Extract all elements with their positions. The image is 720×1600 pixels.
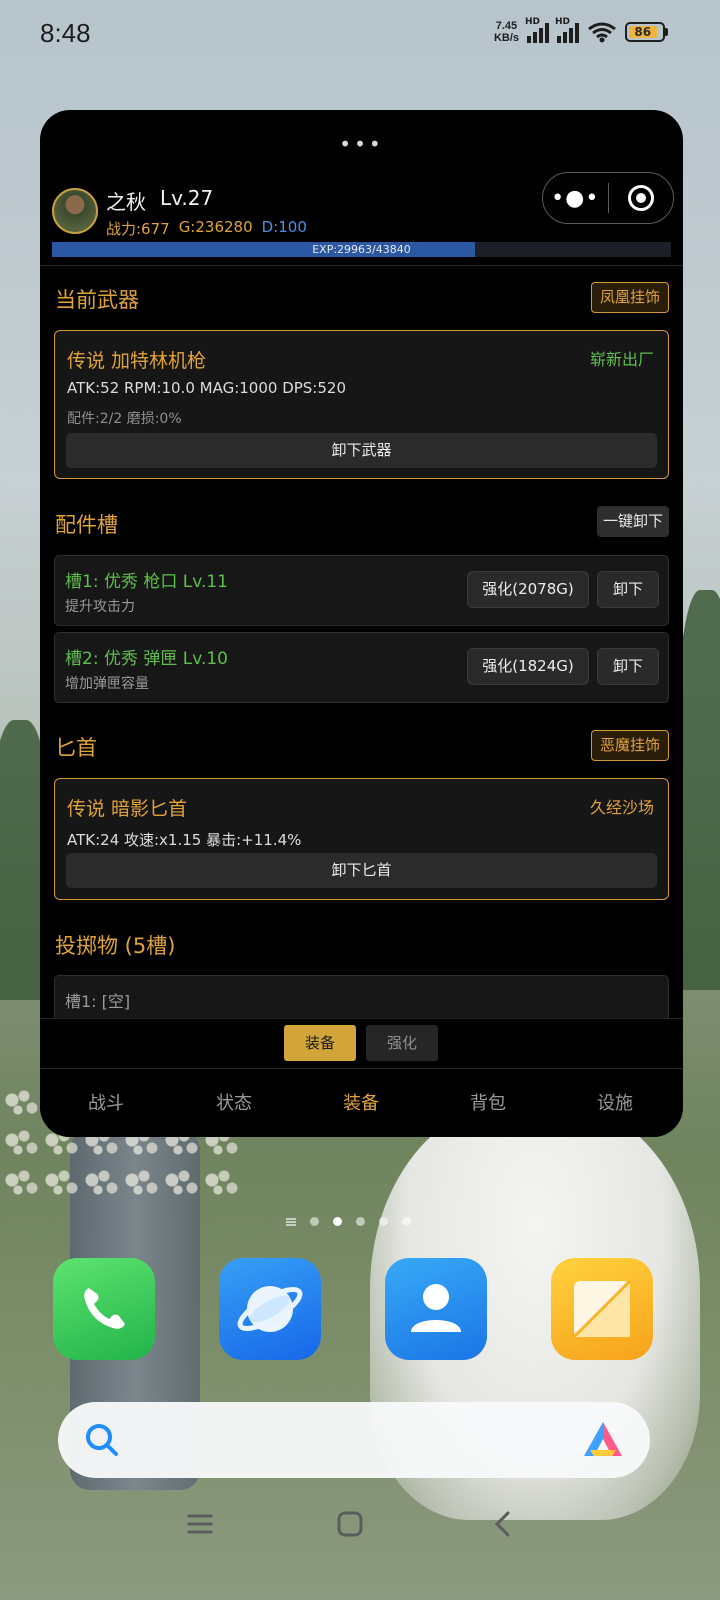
contacts-icon[interactable] <box>385 1258 487 1360</box>
gold-stat: G:236280 <box>178 218 253 236</box>
bottom-nav: 战斗 状态 装备 背包 设施 <box>40 1068 683 1137</box>
more-menu-icon[interactable]: •●• <box>543 186 608 211</box>
attachment-slot-2: 槽2: 优秀 弹匣 Lv.10 增加弹匣容量 强化(1824G) 卸下 <box>54 632 669 703</box>
tab-upgrade[interactable]: 强化 <box>366 1025 438 1061</box>
dagger-title: 匕首 <box>55 736 97 760</box>
assistant-icon[interactable] <box>582 1420 624 1460</box>
mini-program-capsule: •●• <box>542 172 674 224</box>
phone-icon[interactable] <box>53 1258 155 1360</box>
unequip-dagger-button[interactable]: 卸下匕首 <box>66 853 657 888</box>
search-bar[interactable] <box>58 1402 650 1478</box>
drag-handle-icon[interactable]: ••• <box>40 132 683 156</box>
dagger-name: 传说 暗影匕首 <box>67 798 188 820</box>
throwables-title: 投掷物 (5槽) <box>55 934 176 958</box>
remove-slot-1-button[interactable]: 卸下 <box>597 571 659 608</box>
wifi-icon <box>588 22 616 43</box>
browser-icon[interactable] <box>219 1258 321 1360</box>
weapon-card: 传说 加特林机枪 崭新出厂 ATK:52 RPM:10.0 MAG:1000 D… <box>54 330 669 479</box>
dagger-condition: 久经沙场 <box>589 798 654 817</box>
battery-icon: 86 <box>625 22 668 42</box>
search-icon <box>86 1424 118 1456</box>
player-level: Lv.27 <box>160 186 214 210</box>
notes-icon[interactable] <box>551 1258 653 1360</box>
clock: 8:48 <box>40 18 91 48</box>
upgrade-slot-1-button[interactable]: 强化(2078G) <box>467 571 589 608</box>
attachments-title: 配件槽 <box>55 513 118 537</box>
mini-program-window: ••• 之秋 Lv.27 战力:677 G:236280 D:100 •●• E… <box>40 110 683 1137</box>
weapon-condition: 崭新出厂 <box>589 350 654 369</box>
current-weapon-title: 当前武器 <box>55 288 139 312</box>
exp-text: EXP:29963/43840 <box>312 243 411 256</box>
unequip-weapon-button[interactable]: 卸下武器 <box>66 433 657 468</box>
attachment-slot-1: 槽1: 优秀 枪口 Lv.11 提升攻击力 强化(2078G) 卸下 <box>54 555 669 626</box>
menu-icon[interactable] <box>186 1510 214 1542</box>
sub-tabs: 装备 强化 <box>40 1018 683 1068</box>
network-speed: 7.45 KB/s <box>493 20 519 44</box>
status-bar: 8:48 7.45 KB/s HD HD 86 <box>0 0 720 70</box>
throwable-slot-1[interactable]: 槽1: [空] <box>54 975 669 1018</box>
player-stats: 战力:677 G:236280 D:100 <box>106 218 307 239</box>
battery-level: 86 <box>629 26 657 38</box>
nav-bag[interactable]: 背包 <box>438 1089 538 1115</box>
back-icon[interactable] <box>490 1510 518 1542</box>
slot-title: 槽2: 优秀 弹匣 Lv.10 <box>65 649 229 669</box>
weapon-skin-tag[interactable]: 凤凰挂饰 <box>590 282 669 313</box>
status-icons: 7.45 KB/s HD HD 86 <box>493 17 668 44</box>
slot-desc: 提升攻击力 <box>65 599 135 615</box>
upgrade-slot-2-button[interactable]: 强化(1824G) <box>467 648 589 685</box>
exp-bar: EXP:29963/43840 <box>52 242 671 257</box>
home-icon[interactable] <box>336 1510 364 1542</box>
nav-status[interactable]: 状态 <box>184 1089 284 1115</box>
player-name: 之秋 <box>106 190 146 214</box>
close-icon[interactable] <box>609 185 674 211</box>
avatar[interactable] <box>52 188 98 234</box>
power-stat: 战力:677 <box>106 220 170 238</box>
weapon-sub-info: 配件:2/2 磨损:0% <box>67 411 182 427</box>
nav-battle[interactable]: 战斗 <box>56 1089 156 1115</box>
signal-icon: HD <box>525 17 549 43</box>
slot-desc: 增加弹匣容量 <box>65 676 149 692</box>
weapon-stats: ATK:52 RPM:10.0 MAG:1000 DPS:520 <box>67 379 346 397</box>
system-navigation <box>0 1500 720 1560</box>
signal-icon-2: HD <box>555 17 579 43</box>
nav-equipment[interactable]: 装备 <box>311 1089 411 1115</box>
dagger-card: 传说 暗影匕首 久经沙场 ATK:24 攻速:x1.15 暴击:+11.4% 卸… <box>54 778 669 900</box>
dagger-stats: ATK:24 攻速:x1.15 暴击:+11.4% <box>67 831 302 849</box>
dagger-skin-tag[interactable]: 恶魔挂饰 <box>590 730 669 761</box>
slot-title: 槽1: 优秀 枪口 Lv.11 <box>65 572 229 592</box>
weapon-name: 传说 加特林机枪 <box>67 350 207 372</box>
remove-slot-2-button[interactable]: 卸下 <box>597 648 659 685</box>
diamond-stat: D:100 <box>261 218 307 236</box>
tab-equip[interactable]: 装备 <box>284 1025 356 1061</box>
throwable-slot-label: 槽1: [空] <box>65 992 131 1011</box>
unequip-all-button[interactable]: 一键卸下 <box>596 506 669 537</box>
equipment-scroll-area[interactable]: 当前武器 凤凰挂饰 传说 加特林机枪 崭新出厂 ATK:52 RPM:10.0 … <box>40 266 683 1018</box>
page-indicator <box>286 1217 411 1226</box>
nav-facility[interactable]: 设施 <box>565 1089 665 1115</box>
